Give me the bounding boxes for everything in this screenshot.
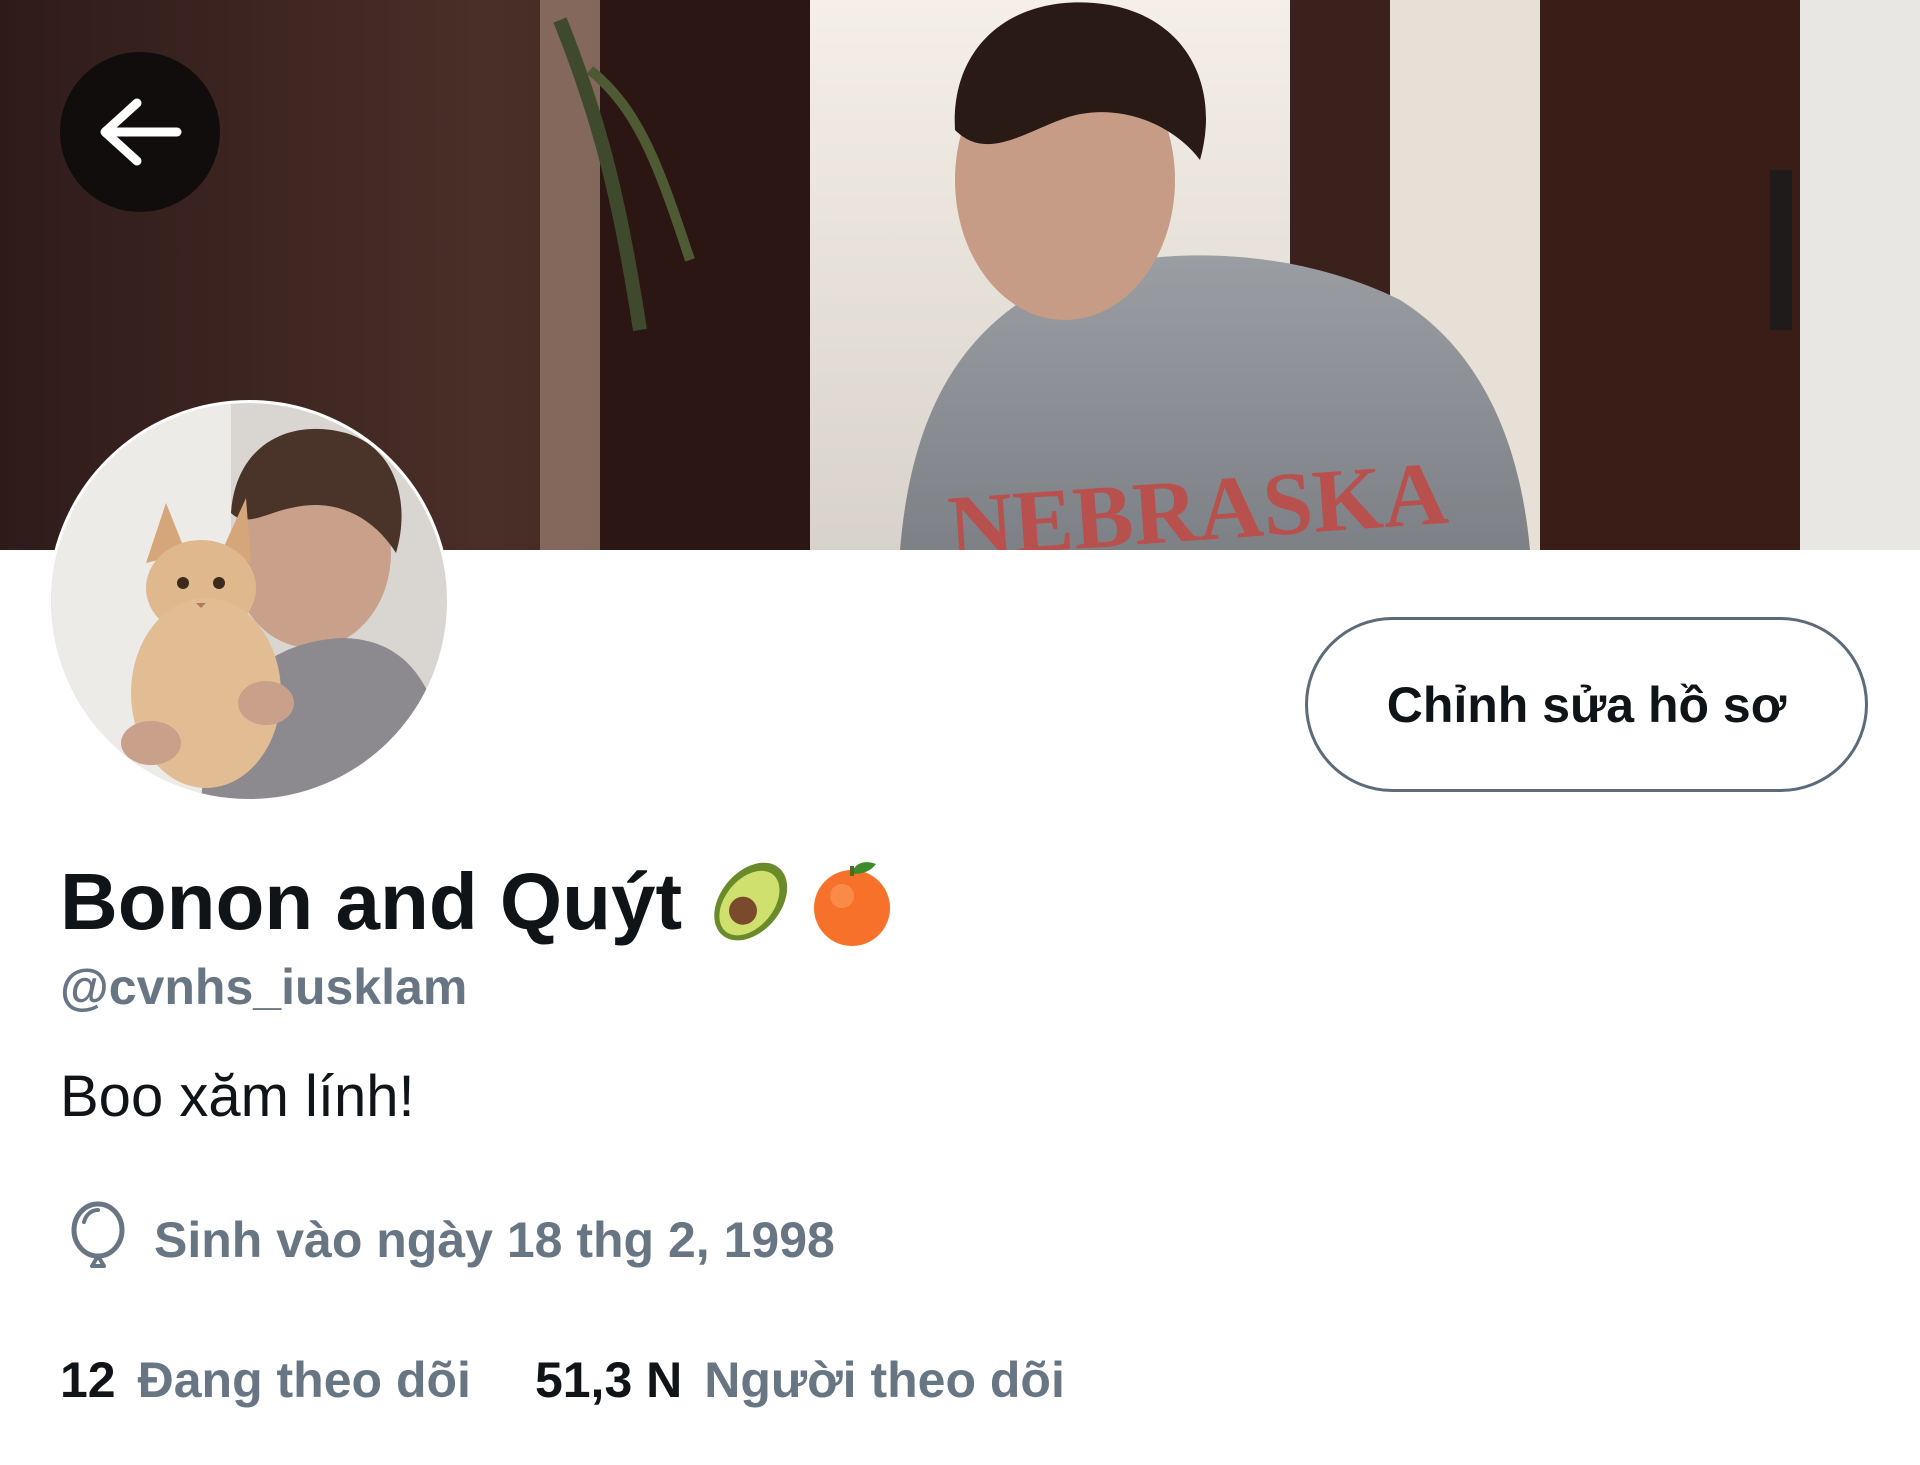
profile-page: NEBRASKA Chỉnh sửa hồ sơ Bonon and Quýt … <box>0 0 1920 1465</box>
display-name: Bonon and Quýt <box>60 857 683 946</box>
follow-stats: 12 Đang theo dõi 51,3 N Người theo dõi <box>60 1340 1065 1420</box>
username-handle: @cvnhs_iusklam <box>60 959 468 1015</box>
avocado-icon <box>706 852 798 953</box>
profile-bio: Boo xăm lính! <box>60 1064 415 1129</box>
arrow-left-icon <box>100 98 182 166</box>
followers-link[interactable]: 51,3 N Người theo dõi <box>535 1351 1065 1409</box>
following-link[interactable]: 12 Đang theo dõi <box>60 1351 471 1409</box>
birthday-row: Sinh vào ngày 18 thg 2, 1998 <box>68 1200 835 1280</box>
avatar[interactable] <box>48 400 450 802</box>
edit-profile-button[interactable]: Chỉnh sửa hồ sơ <box>1305 617 1868 792</box>
birthday-text: Sinh vào ngày 18 thg 2, 1998 <box>154 1212 835 1268</box>
avatar-photo <box>51 403 447 799</box>
following-count: 12 <box>60 1352 116 1408</box>
balloon-icon <box>71 1201 125 1268</box>
following-label: Đang theo dõi <box>137 1352 471 1408</box>
followers-count: 51,3 N <box>534 1352 683 1408</box>
followers-label: Người theo dõi <box>704 1352 1065 1408</box>
back-button[interactable] <box>60 52 220 212</box>
tangerine-icon <box>804 852 900 953</box>
display-name-row: Bonon and Quýt <box>60 852 900 952</box>
